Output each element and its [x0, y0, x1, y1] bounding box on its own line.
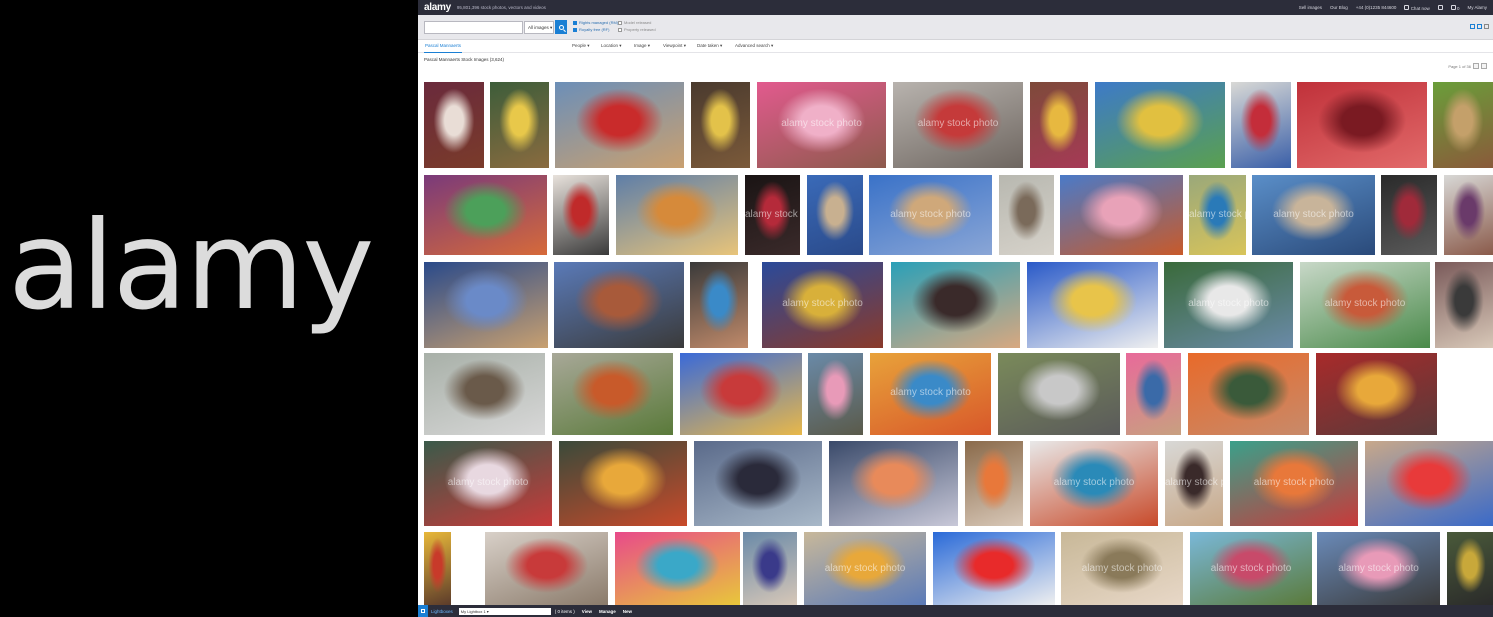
- image-thumbnail[interactable]: [554, 262, 684, 348]
- image-thumbnail[interactable]: alamy stock photo: [1165, 441, 1223, 526]
- image-thumbnail[interactable]: [1444, 175, 1493, 255]
- image-thumbnail[interactable]: alamy stock photo: [745, 175, 800, 255]
- watermark-text: alamy stock photo: [447, 476, 529, 488]
- image-thumbnail[interactable]: [424, 353, 545, 435]
- watermark-text: alamy stock photo: [1210, 563, 1292, 575]
- image-thumbnail[interactable]: [1447, 532, 1493, 606]
- image-thumbnail[interactable]: alamy stock photo: [1189, 175, 1246, 255]
- watermark-text: alamy stock photo: [1338, 563, 1419, 575]
- lightbox-bar: Lightboxes My Lightbox 1 ▾ ( 0 items ) V…: [418, 605, 1493, 617]
- image-thumbnail[interactable]: [424, 532, 451, 606]
- image-thumbnail[interactable]: [1231, 82, 1291, 168]
- image-thumbnail[interactable]: alamy stock photo: [1252, 175, 1375, 255]
- watermark-text: alamy stock photo: [1081, 563, 1163, 575]
- image-thumbnail[interactable]: alamy stock photo: [757, 82, 886, 168]
- watermark-text: alamy stock photo: [917, 118, 999, 130]
- image-thumbnail[interactable]: [616, 175, 738, 255]
- image-thumbnail[interactable]: [1027, 262, 1158, 348]
- image-thumbnail[interactable]: [424, 262, 548, 348]
- image-thumbnail[interactable]: [1188, 353, 1309, 435]
- watermark-text: alamy stock photo: [1053, 476, 1135, 488]
- image-thumbnail[interactable]: [891, 262, 1020, 348]
- watermark-text: alamy stock photo: [824, 563, 906, 575]
- alamy-big-logo: alamy: [8, 195, 374, 337]
- image-thumbnail[interactable]: [1316, 353, 1437, 435]
- image-thumbnail[interactable]: [1126, 353, 1181, 435]
- lightboxes-label[interactable]: Lightboxes: [431, 609, 453, 614]
- image-thumbnail[interactable]: [999, 175, 1054, 255]
- image-thumbnail[interactable]: [1030, 82, 1088, 168]
- image-thumbnail[interactable]: [1095, 82, 1225, 168]
- watermark-text: alamy stock photo: [781, 118, 862, 130]
- image-thumbnail[interactable]: alamy stock photo: [1317, 532, 1440, 606]
- image-thumbnail[interactable]: alamy stock photo: [804, 532, 926, 606]
- image-thumbnail[interactable]: alamy stock photo: [893, 82, 1023, 168]
- lightbox-new-button[interactable]: New: [623, 609, 632, 614]
- watermark-text: alamy stock photo: [745, 208, 800, 220]
- image-thumbnail[interactable]: [694, 441, 822, 526]
- image-thumbnail[interactable]: [1297, 82, 1427, 168]
- image-thumbnail[interactable]: [485, 532, 608, 606]
- image-thumbnail[interactable]: alamy stock photo: [869, 175, 992, 255]
- watermark-text: alamy stock photo: [1188, 298, 1269, 310]
- watermark-text: alamy stock photo: [1165, 476, 1223, 488]
- image-thumbnail[interactable]: [680, 353, 802, 435]
- image-thumbnail[interactable]: [998, 353, 1120, 435]
- image-thumbnail[interactable]: alamy stock photo: [870, 353, 991, 435]
- image-thumbnail[interactable]: [553, 175, 609, 255]
- image-thumbnail[interactable]: [807, 175, 863, 255]
- lightbox-manage-button[interactable]: Manage: [599, 609, 616, 614]
- image-thumbnail[interactable]: [1433, 82, 1493, 168]
- image-thumbnail[interactable]: [552, 353, 673, 435]
- left-brand-panel: alamy: [0, 0, 418, 617]
- image-thumbnail[interactable]: alamy stock photo: [762, 262, 883, 348]
- image-thumbnail[interactable]: [1435, 262, 1493, 348]
- watermark-text: alamy stock photo: [782, 298, 863, 310]
- image-thumbnail[interactable]: [1060, 175, 1183, 255]
- browser-screenshot: alamy 95,801,396 stock photos, vectors a…: [418, 0, 1493, 617]
- image-thumbnail[interactable]: [559, 441, 687, 526]
- image-thumbnail[interactable]: alamy stock photo: [1061, 532, 1183, 606]
- lightbox-view-button[interactable]: View: [582, 609, 592, 614]
- lightbox-grid-icon[interactable]: [418, 605, 428, 617]
- image-thumbnail[interactable]: [424, 82, 484, 168]
- image-results-grid: alamy stock photo alamy stock photo alamy …: [418, 0, 1493, 617]
- watermark-text: alamy stock photo: [1273, 208, 1354, 220]
- image-thumbnail[interactable]: [829, 441, 958, 526]
- image-thumbnail[interactable]: [691, 82, 750, 168]
- image-thumbnail[interactable]: [690, 262, 748, 348]
- watermark-text: alamy stock photo: [1189, 208, 1246, 220]
- lightbox-count: ( 0 items ): [554, 608, 575, 614]
- image-thumbnail[interactable]: [743, 532, 797, 606]
- image-thumbnail[interactable]: [490, 82, 549, 168]
- image-thumbnail[interactable]: [555, 82, 684, 168]
- image-thumbnail[interactable]: [1381, 175, 1437, 255]
- image-thumbnail[interactable]: [808, 353, 863, 435]
- image-thumbnail[interactable]: alamy stock photo: [1030, 441, 1158, 526]
- watermark-text: alamy stock photo: [1253, 476, 1335, 488]
- watermark-text: alamy stock photo: [890, 387, 971, 399]
- image-thumbnail[interactable]: alamy stock photo: [424, 441, 552, 526]
- image-thumbnail[interactable]: [424, 175, 547, 255]
- image-thumbnail[interactable]: alamy stock photo: [1164, 262, 1293, 348]
- image-thumbnail[interactable]: alamy stock photo: [1190, 532, 1312, 606]
- image-thumbnail[interactable]: [615, 532, 740, 606]
- image-thumbnail[interactable]: [965, 441, 1023, 526]
- watermark-text: alamy stock photo: [890, 208, 971, 220]
- image-thumbnail[interactable]: [1365, 441, 1493, 526]
- watermark-text: alamy stock photo: [1324, 298, 1406, 310]
- lightbox-select[interactable]: My Lightbox 1 ▾: [458, 607, 551, 615]
- image-thumbnail[interactable]: alamy stock photo: [1300, 262, 1430, 348]
- image-thumbnail[interactable]: [933, 532, 1055, 606]
- image-thumbnail[interactable]: alamy stock photo: [1230, 441, 1358, 526]
